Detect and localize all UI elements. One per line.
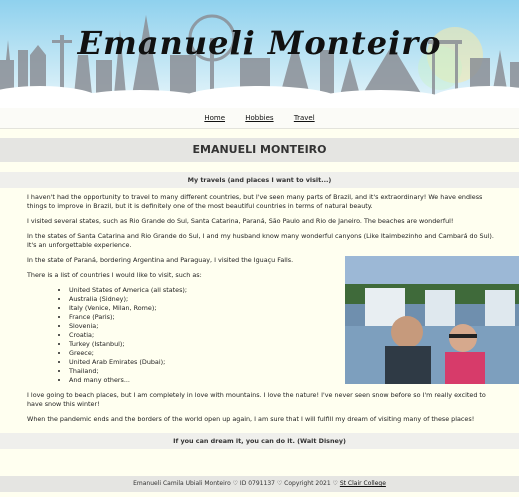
waterfall-couple-photo bbox=[345, 256, 519, 384]
main-content: I haven't had the opportunity to travel … bbox=[27, 193, 519, 430]
paragraph-canyons: In the states of Santa Catarina and Rio … bbox=[27, 232, 494, 249]
section-subtitle: My travels (and places I want to visit..… bbox=[0, 172, 519, 188]
footer-link-college[interactable]: St Clair College bbox=[340, 480, 386, 487]
main-nav: Home Hobbies Travel bbox=[0, 108, 519, 129]
nav-link-hobbies[interactable]: Hobbies bbox=[245, 114, 273, 122]
site-logo-title: Emanueli Monteiro bbox=[77, 24, 442, 62]
paragraph-mountains: I love going to beach places, but I am c… bbox=[27, 391, 486, 408]
quote-band: If you can dream it, you can do it. (Wal… bbox=[0, 433, 519, 449]
footer: Emanueli Camila Ubiali Monteiro ♡ ID 079… bbox=[0, 476, 519, 492]
header-banner: Emanueli Monteiro bbox=[0, 0, 519, 108]
paragraph-pandemic: When the pandemic ends and the borders o… bbox=[27, 415, 475, 423]
paragraph-intro: I haven't had the opportunity to travel … bbox=[27, 193, 483, 210]
nav-link-travel[interactable]: Travel bbox=[294, 114, 315, 122]
nav-link-home[interactable]: Home bbox=[204, 114, 225, 122]
travel-photo bbox=[345, 256, 519, 384]
page-title: EMANUELI MONTEIRO bbox=[0, 138, 519, 162]
paragraph-states: I visited several states, such as Rio Gr… bbox=[27, 217, 454, 225]
footer-text: Emanueli Camila Ubiali Monteiro ♡ ID 079… bbox=[133, 480, 338, 487]
